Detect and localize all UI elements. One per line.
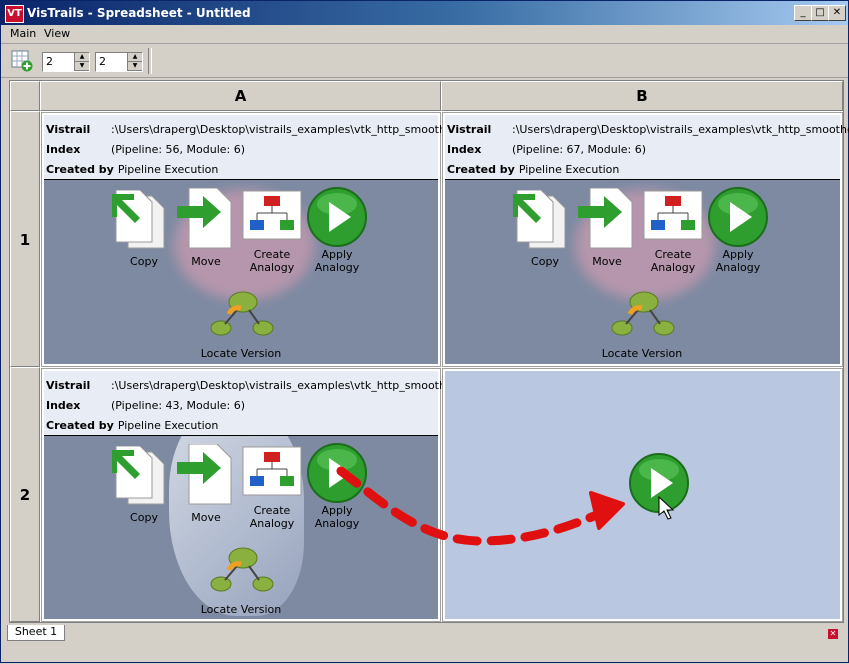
create-analogy-icon[interactable] (643, 190, 703, 240)
cell-info-panel: Vistrail :\Users\draperg\Desktop\vistrail… (44, 371, 474, 436)
cell-b1[interactable]: Vistrail :\Users\draperg\Desktop\vistrail… (442, 112, 849, 367)
cell-info-panel: Vistrail :\Users\draperg\Desktop\vistrail… (44, 115, 474, 180)
index-value: (Pipeline: 43, Module: 6) (111, 399, 246, 412)
row-header-1[interactable]: 1 (10, 111, 40, 367)
locate-version-label: Locate Version (200, 603, 282, 616)
move-label: Move (191, 511, 221, 524)
move-label: Move (191, 255, 221, 268)
title-bar[interactable]: VT VisTrails - Spreadsheet - Untitled _ … (1, 1, 848, 25)
app-window: VT VisTrails - Spreadsheet - Untitled _ … (0, 0, 849, 663)
created-by-label: Created by (46, 419, 114, 432)
column-header-a[interactable]: A (40, 81, 441, 111)
copy-icon[interactable] (112, 190, 172, 252)
locate-version-icon[interactable] (207, 544, 275, 594)
cols-value: 2 (99, 55, 106, 68)
move-label: Move (592, 255, 622, 268)
close-sheet-icon[interactable]: ✕ (828, 629, 838, 639)
cell-a1[interactable]: Vistrail :\Users\draperg\Desktop\vistrail… (41, 112, 474, 367)
column-header-b[interactable]: B (441, 81, 843, 111)
copy-label: Copy (130, 511, 158, 524)
index-value: (Pipeline: 56, Module: 6) (111, 143, 246, 156)
cell-info-panel: Vistrail :\Users\draperg\Desktop\vistrail… (445, 115, 849, 180)
window-title: VisTrails - Spreadsheet - Untitled (27, 6, 251, 20)
index-label: Index (46, 143, 81, 156)
cell-render-area[interactable]: Copy Move Create Analogy Apply Analogy L… (44, 180, 438, 364)
vistrail-label: Vistrail (447, 123, 492, 136)
index-label: Index (447, 143, 482, 156)
apply-analogy-icon[interactable] (707, 186, 769, 248)
vistrail-path: :\Users\draperg\Desktop\vistrails_exampl… (111, 379, 475, 392)
locate-version-icon[interactable] (207, 288, 275, 338)
apply-analogy-label: Apply Analogy (314, 248, 360, 274)
cell-a2[interactable]: Vistrail :\Users\draperg\Desktop\vistrail… (41, 368, 474, 622)
copy-icon[interactable] (513, 190, 573, 252)
locate-version-icon[interactable] (608, 288, 676, 338)
apply-analogy-icon[interactable] (306, 442, 368, 504)
copy-label: Copy (531, 255, 559, 268)
corner-header[interactable] (10, 81, 40, 111)
sheet-tab-1[interactable]: Sheet 1 (7, 625, 65, 641)
maximize-button[interactable]: □ (811, 5, 829, 21)
app-logo-icon: VT (5, 5, 24, 23)
rows-value: 2 (46, 55, 53, 68)
menu-view[interactable]: View (44, 27, 70, 40)
move-icon[interactable] (578, 188, 636, 250)
copy-label: Copy (130, 255, 158, 268)
close-button[interactable]: ✕ (828, 5, 846, 21)
created-by-value: Pipeline Execution (117, 419, 219, 432)
add-sheet-icon[interactable] (11, 50, 33, 72)
row-header-2[interactable]: 2 (10, 367, 40, 622)
cell-b2[interactable] (442, 368, 843, 622)
cols-up-icon[interactable]: ▲ (128, 53, 142, 62)
create-analogy-label: Create Analogy (249, 504, 295, 530)
locate-version-label: Locate Version (200, 347, 282, 360)
move-icon[interactable] (177, 188, 235, 250)
create-analogy-icon[interactable] (242, 190, 302, 240)
spreadsheet-grid: A B 1 2 Vistrail:\Users\draperg\Desktop\… (9, 80, 849, 623)
menu-bar: Main View (1, 25, 848, 44)
cell-render-area[interactable]: Copy Move Create Analogy Apply Analogy L… (445, 180, 840, 364)
menu-main[interactable]: Main (10, 27, 36, 40)
cell-render-area[interactable]: Copy Move Create Analogy Apply Analogy L… (44, 436, 438, 619)
copy-icon[interactable] (112, 446, 172, 508)
created-by-label: Created by (46, 163, 114, 176)
create-analogy-label: Create Analogy (650, 248, 696, 274)
mouse-cursor-icon (658, 496, 674, 520)
toolbar-separator (148, 48, 152, 74)
vistrail-label: Vistrail (46, 123, 91, 136)
created-by-value: Pipeline Execution (117, 163, 219, 176)
minimize-button[interactable]: _ (794, 5, 812, 21)
index-label: Index (46, 399, 81, 412)
vistrail-path: :\Users\draperg\Desktop\vistrails_exampl… (512, 123, 849, 136)
sheet-tab-bar: Sheet 1 ✕ (1, 623, 848, 662)
index-value: (Pipeline: 67, Module: 6) (512, 143, 647, 156)
vistrail-path: :\Users\draperg\Desktop\vistrails_exampl… (111, 123, 475, 136)
cell-render-area-empty[interactable] (445, 371, 840, 619)
rows-up-icon[interactable]: ▲ (75, 53, 89, 62)
apply-analogy-label: Apply Analogy (715, 248, 761, 274)
move-icon[interactable] (177, 444, 235, 506)
rows-spinbox[interactable]: 2 ▲ ▼ (42, 52, 90, 72)
locate-version-label: Locate Version (601, 347, 683, 360)
cols-down-icon[interactable]: ▼ (128, 62, 142, 71)
apply-analogy-label: Apply Analogy (314, 504, 360, 530)
create-analogy-icon[interactable] (242, 446, 302, 496)
created-by-label: Created by (447, 163, 515, 176)
cols-spinbox[interactable]: 2 ▲ ▼ (95, 52, 143, 72)
rows-down-icon[interactable]: ▼ (75, 62, 89, 71)
created-by-value: Pipeline Execution (518, 163, 620, 176)
create-analogy-label: Create Analogy (249, 248, 295, 274)
toolbar: 2 ▲ ▼ 2 ▲ ▼ (1, 44, 848, 78)
apply-analogy-icon[interactable] (306, 186, 368, 248)
vistrail-label: Vistrail (46, 379, 91, 392)
